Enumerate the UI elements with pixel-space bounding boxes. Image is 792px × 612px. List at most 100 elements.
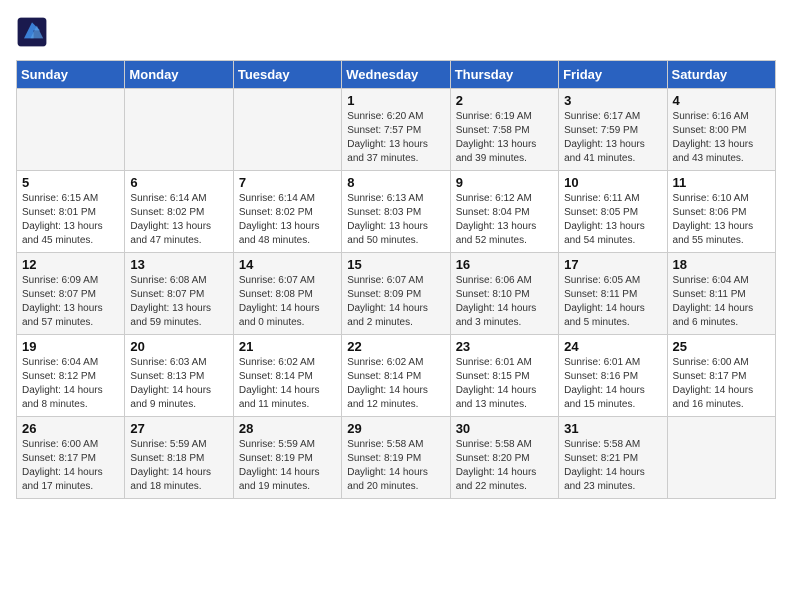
day-number: 25 [673, 339, 770, 354]
calendar-header: SundayMondayTuesdayWednesdayThursdayFrid… [17, 61, 776, 89]
weekday-header: Wednesday [342, 61, 450, 89]
cell-info: Sunrise: 6:11 AMSunset: 8:05 PMDaylight:… [564, 192, 661, 248]
cell-info: Sunrise: 5:58 AMSunset: 8:21 PMDaylight:… [564, 438, 661, 494]
calendar-cell: 8 Sunrise: 6:13 AMSunset: 8:03 PMDaylight… [342, 171, 450, 253]
calendar-cell: 28 Sunrise: 5:59 AMSunset: 8:19 PMDayligh… [233, 417, 341, 499]
calendar-cell: 27Sunrise: 5:59 AMSunset: 8:18 PMDayligh… [125, 417, 233, 499]
calendar-cell: 5 Sunrise: 6:15 AMSunset: 8:01 PMDaylight… [17, 171, 125, 253]
day-number: 6 [130, 175, 227, 190]
day-number: 4 [673, 93, 770, 108]
calendar-cell: 10 Sunrise: 6:11 AMSunset: 8:05 PMDayligh… [559, 171, 667, 253]
cell-info: Sunrise: 6:03 AMSunset: 8:13 PMDaylight:… [130, 356, 227, 412]
cell-info: Sunrise: 6:00 AMSunset: 8:17 PMDaylight:… [22, 438, 119, 494]
logo [16, 16, 52, 48]
day-number: 26 [22, 421, 119, 436]
day-number: 17 [564, 257, 661, 272]
day-number: 24 [564, 339, 661, 354]
calendar-cell: 20 Sunrise: 6:03 AMSunset: 8:13 PMDayligh… [125, 335, 233, 417]
calendar-cell: 12 Sunrise: 6:09 AMSunset: 8:07 PMDayligh… [17, 253, 125, 335]
cell-info: Sunrise: 6:09 AMSunset: 8:07 PMDaylight:… [22, 274, 119, 330]
cell-info: Sunrise: 6:13 AMSunset: 8:03 PMDaylight:… [347, 192, 444, 248]
calendar-cell: 21 Sunrise: 6:02 AMSunset: 8:14 PMDayligh… [233, 335, 341, 417]
cell-info: Sunrise: 6:06 AMSunset: 8:10 PMDaylight:… [456, 274, 553, 330]
calendar-cell: 7 Sunrise: 6:14 AMSunset: 8:02 PMDaylight… [233, 171, 341, 253]
weekday-header: Thursday [450, 61, 558, 89]
day-number: 15 [347, 257, 444, 272]
cell-info: Sunrise: 6:16 AMSunset: 8:00 PMDaylight:… [673, 110, 770, 166]
calendar-cell: 18 Sunrise: 6:04 AMSunset: 8:11 PMDayligh… [667, 253, 775, 335]
calendar-cell [667, 417, 775, 499]
day-number: 22 [347, 339, 444, 354]
cell-info: Sunrise: 6:15 AMSunset: 8:01 PMDaylight:… [22, 192, 119, 248]
calendar-cell [233, 89, 341, 171]
cell-info: Sunrise: 6:02 AMSunset: 8:14 PMDaylight:… [347, 356, 444, 412]
calendar-cell: 31 Sunrise: 5:58 AMSunset: 8:21 PMDayligh… [559, 417, 667, 499]
calendar-cell: 26 Sunrise: 6:00 AMSunset: 8:17 PMDayligh… [17, 417, 125, 499]
day-number: 2 [456, 93, 553, 108]
day-number: 31 [564, 421, 661, 436]
day-number: 13 [130, 257, 227, 272]
calendar-cell: 23 Sunrise: 6:01 AMSunset: 8:15 PMDayligh… [450, 335, 558, 417]
day-number: 16 [456, 257, 553, 272]
cell-info: Sunrise: 6:05 AMSunset: 8:11 PMDaylight:… [564, 274, 661, 330]
day-number: 20 [130, 339, 227, 354]
calendar-cell [125, 89, 233, 171]
calendar-cell [17, 89, 125, 171]
cell-info: Sunrise: 6:10 AMSunset: 8:06 PMDaylight:… [673, 192, 770, 248]
calendar-cell: 1 Sunrise: 6:20 AMSunset: 7:57 PMDaylight… [342, 89, 450, 171]
calendar-cell: 25 Sunrise: 6:00 AMSunset: 8:17 PMDayligh… [667, 335, 775, 417]
cell-info: Sunrise: 6:00 AMSunset: 8:17 PMDaylight:… [673, 356, 770, 412]
day-number: 8 [347, 175, 444, 190]
day-number: 10 [564, 175, 661, 190]
day-number: 19 [22, 339, 119, 354]
cell-info: Sunrise: 6:14 AMSunset: 8:02 PMDaylight:… [239, 192, 336, 248]
weekday-header: Sunday [17, 61, 125, 89]
cell-info: Sunrise: 5:58 AMSunset: 8:20 PMDaylight:… [456, 438, 553, 494]
calendar-cell: 11 Sunrise: 6:10 AMSunset: 8:06 PMDayligh… [667, 171, 775, 253]
calendar-cell: 30 Sunrise: 5:58 AMSunset: 8:20 PMDayligh… [450, 417, 558, 499]
calendar-cell: 24 Sunrise: 6:01 AMSunset: 8:16 PMDayligh… [559, 335, 667, 417]
calendar-cell: 4 Sunrise: 6:16 AMSunset: 8:00 PMDaylight… [667, 89, 775, 171]
day-number: 29 [347, 421, 444, 436]
cell-info: Sunrise: 6:01 AMSunset: 8:16 PMDaylight:… [564, 356, 661, 412]
day-number: 14 [239, 257, 336, 272]
day-number: 1 [347, 93, 444, 108]
day-number: 5 [22, 175, 119, 190]
cell-info: Sunrise: 6:02 AMSunset: 8:14 PMDaylight:… [239, 356, 336, 412]
calendar-cell: 15Sunrise: 6:07 AMSunset: 8:09 PMDayligh… [342, 253, 450, 335]
calendar-cell: 2 Sunrise: 6:19 AMSunset: 7:58 PMDaylight… [450, 89, 558, 171]
day-number: 11 [673, 175, 770, 190]
calendar-cell: 29Sunrise: 5:58 AMSunset: 8:19 PMDayligh… [342, 417, 450, 499]
day-number: 23 [456, 339, 553, 354]
day-number: 21 [239, 339, 336, 354]
cell-info: Sunrise: 6:07 AMSunset: 8:08 PMDaylight:… [239, 274, 336, 330]
calendar-cell: 19 Sunrise: 6:04 AMSunset: 8:12 PMDayligh… [17, 335, 125, 417]
weekday-header: Friday [559, 61, 667, 89]
cell-info: Sunrise: 6:19 AMSunset: 7:58 PMDaylight:… [456, 110, 553, 166]
day-number: 30 [456, 421, 553, 436]
page-header [16, 16, 776, 48]
calendar-cell: 22 Sunrise: 6:02 AMSunset: 8:14 PMDayligh… [342, 335, 450, 417]
cell-info: Sunrise: 6:14 AMSunset: 8:02 PMDaylight:… [130, 192, 227, 248]
cell-info: Sunrise: 6:08 AMSunset: 8:07 PMDaylight:… [130, 274, 227, 330]
cell-info: Sunrise: 6:12 AMSunset: 8:04 PMDaylight:… [456, 192, 553, 248]
calendar-cell: 14 Sunrise: 6:07 AMSunset: 8:08 PMDayligh… [233, 253, 341, 335]
day-number: 28 [239, 421, 336, 436]
day-number: 18 [673, 257, 770, 272]
cell-info: Sunrise: 6:01 AMSunset: 8:15 PMDaylight:… [456, 356, 553, 412]
weekday-header: Saturday [667, 61, 775, 89]
cell-info: Sunrise: 6:20 AMSunset: 7:57 PMDaylight:… [347, 110, 444, 166]
weekday-header: Monday [125, 61, 233, 89]
day-number: 27 [130, 421, 227, 436]
cell-info: Sunrise: 5:59 AMSunset: 8:19 PMDaylight:… [239, 438, 336, 494]
calendar-table: SundayMondayTuesdayWednesdayThursdayFrid… [16, 60, 776, 499]
calendar-cell: 9Sunrise: 6:12 AMSunset: 8:04 PMDaylight… [450, 171, 558, 253]
cell-info: Sunrise: 6:04 AMSunset: 8:11 PMDaylight:… [673, 274, 770, 330]
day-number: 3 [564, 93, 661, 108]
weekday-header: Tuesday [233, 61, 341, 89]
calendar-cell: 13 Sunrise: 6:08 AMSunset: 8:07 PMDayligh… [125, 253, 233, 335]
day-number: 12 [22, 257, 119, 272]
day-number: 7 [239, 175, 336, 190]
cell-info: Sunrise: 6:04 AMSunset: 8:12 PMDaylight:… [22, 356, 119, 412]
calendar-cell: 17 Sunrise: 6:05 AMSunset: 8:11 PMDayligh… [559, 253, 667, 335]
